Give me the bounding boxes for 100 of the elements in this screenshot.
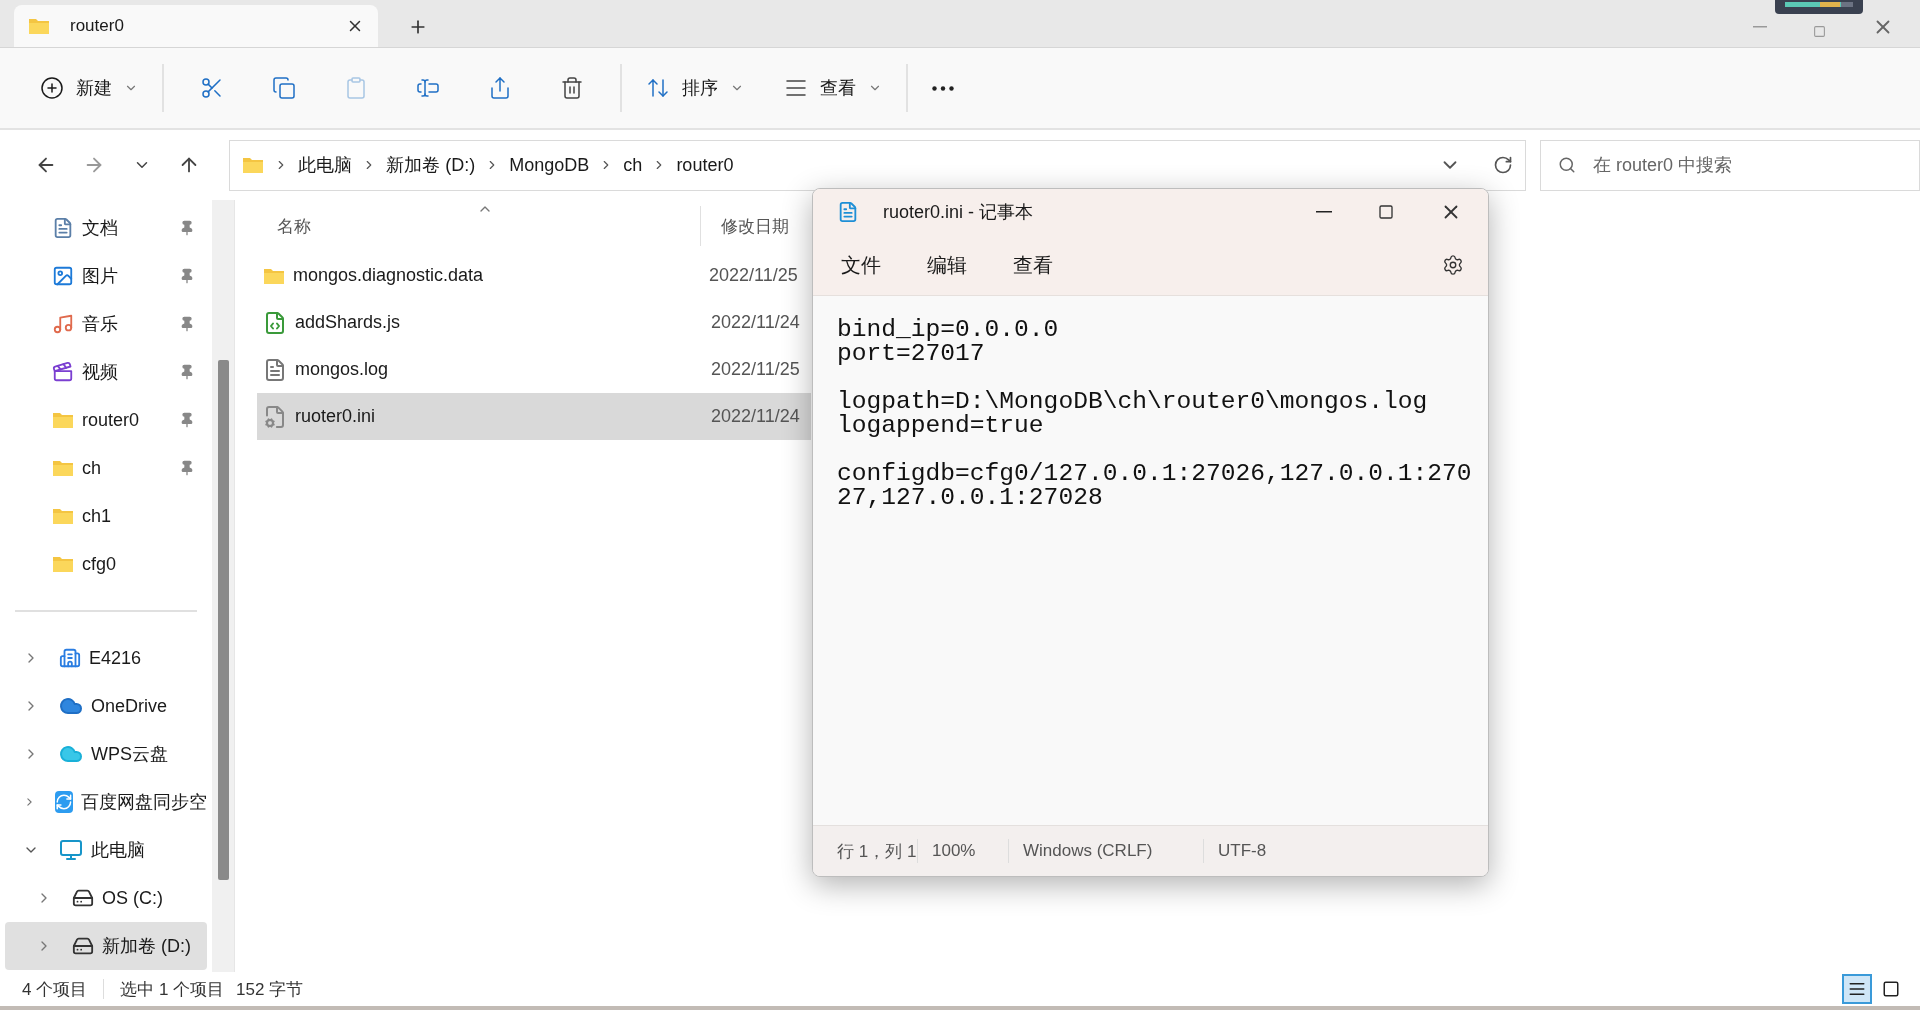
refresh-icon[interactable]	[1493, 155, 1513, 175]
file-date: 2022/11/25	[711, 359, 800, 380]
file-date: 2022/11/24	[711, 406, 800, 427]
file-date: 2022/11/24	[711, 312, 800, 333]
nav-item-label: ch	[82, 457, 102, 479]
building-icon	[59, 647, 81, 669]
folder-icon	[28, 17, 50, 35]
nav-item-label: 视频	[82, 361, 119, 384]
nav-item-label: OS (C:)	[102, 887, 164, 909]
settings-icon	[1442, 254, 1464, 276]
nav-tree-item[interactable]: OS (C:)	[5, 874, 207, 922]
text-line: logpath=D:\MongoDB\ch\router0\mongos.log	[837, 390, 1429, 414]
file-row[interactable]: ruoter0.ini 2022/11/24	[257, 393, 811, 440]
status-text: 100%	[932, 841, 977, 861]
selection-info: 选中 1 个项目	[120, 978, 225, 1001]
quick-access-item[interactable]: 文档	[5, 204, 207, 252]
notepad-icon	[837, 201, 859, 223]
minimize-icon	[1316, 211, 1332, 213]
breadcrumb-item[interactable]: router0	[676, 154, 734, 176]
selection-size: 152 字节	[236, 978, 304, 1001]
file-name: ruoter0.ini	[295, 406, 377, 427]
breadcrumb-item[interactable]: 新加卷 (D:)	[386, 153, 476, 177]
video-icon	[52, 361, 74, 383]
nav-item-label: 此电脑	[91, 839, 146, 862]
folder-icon	[52, 459, 74, 477]
quick-access-item[interactable]: ch	[5, 444, 207, 492]
text-line: bind_ip=0.0.0.0	[837, 318, 1060, 342]
settings-button[interactable]	[1442, 254, 1464, 276]
breadcrumb-item[interactable]: MongoDB	[509, 154, 590, 176]
nav-item-label: 音乐	[82, 313, 119, 336]
window-title: ruoter0.ini - 记事本	[883, 201, 1035, 224]
quick-access-item[interactable]: 图片	[5, 252, 207, 300]
file-name: mongos.diagnostic.data	[293, 265, 485, 286]
more-icon	[932, 85, 954, 91]
nav-tree-item[interactable]: E4216	[5, 634, 207, 682]
nav-tree-item[interactable]: 新加卷 (D:)	[5, 922, 207, 970]
picture-icon	[52, 265, 74, 287]
sort-button[interactable]: 排序	[634, 64, 756, 112]
nav-item-label: ch1	[82, 505, 113, 527]
file-name: addShards.js	[295, 312, 402, 333]
details-view-button[interactable]	[1842, 974, 1872, 1004]
nav-tree-item[interactable]: 此电脑	[5, 826, 207, 874]
copy-icon	[272, 76, 296, 100]
status-text: UTF-8	[1218, 841, 1268, 861]
quick-access-item[interactable]: 视频	[5, 348, 207, 396]
file-name: mongos.log	[295, 359, 390, 380]
file-row[interactable]: addShards.js 2022/11/24	[257, 299, 811, 346]
list-icon	[1848, 980, 1866, 998]
text-file-icon	[263, 357, 287, 382]
item-count: 4 个项目	[22, 978, 88, 1001]
file-row[interactable]: mongos.diagnostic.data 2022/11/25	[257, 252, 811, 299]
scrollbar-thumb[interactable]	[217, 360, 229, 880]
quick-access-item[interactable]: ch1	[5, 492, 207, 540]
text-line: logappend=true	[837, 414, 1044, 438]
menu-item[interactable]: 文件	[831, 247, 891, 283]
drive-icon	[72, 887, 94, 909]
search-field[interactable]: 在 router0 中搜索	[1540, 139, 1920, 191]
view-button[interactable]: 查看	[772, 64, 894, 112]
settings-file-icon	[263, 404, 287, 429]
quick-access-item[interactable]: router0	[5, 396, 207, 444]
tab-title: router0	[70, 16, 125, 36]
nav-item-label: E4216	[89, 647, 143, 669]
script-file-icon	[263, 310, 287, 335]
folder-icon	[52, 411, 74, 429]
sync-icon	[55, 791, 73, 813]
folder-icon	[263, 266, 285, 285]
maximize-icon	[1813, 25, 1826, 38]
monitor-icon	[59, 838, 83, 862]
text-line: port=27017	[837, 342, 985, 366]
new-button[interactable]: 新建	[28, 64, 150, 112]
tile-icon	[1882, 980, 1900, 998]
folder-icon	[52, 555, 74, 573]
nav-tree-item[interactable]: 百度网盘同步空	[5, 778, 207, 826]
status-text: 行 1，列 1	[837, 840, 917, 863]
drive-icon	[72, 935, 94, 957]
breadcrumb-item[interactable]: 此电脑	[298, 153, 353, 177]
quick-access-item[interactable]: 音乐	[5, 300, 207, 348]
nav-item-label: 新加卷 (D:)	[102, 935, 192, 958]
maximize-button[interactable]	[1813, 25, 1826, 38]
file-row[interactable]: mongos.log 2022/11/25	[257, 346, 811, 393]
menu-item[interactable]: 编辑	[917, 247, 977, 283]
scissors-icon	[200, 76, 224, 100]
quick-access-item[interactable]: cfg0	[5, 540, 207, 588]
nav-item-label: 图片	[82, 265, 119, 288]
plus-circle-icon	[40, 76, 64, 100]
file-date: 2022/11/25	[709, 265, 798, 286]
menu-item[interactable]: 查看	[1003, 247, 1063, 283]
trash-icon	[560, 76, 584, 100]
nav-item-label: OneDrive	[91, 695, 169, 717]
nav-item-label: router0	[82, 409, 141, 431]
status-text: Windows (CRLF)	[1023, 841, 1154, 861]
rename-icon	[416, 76, 440, 100]
breadcrumb-item[interactable]: ch	[623, 154, 643, 176]
folder-tab[interactable]: router0	[14, 5, 378, 47]
nav-tree-item[interactable]: WPS云盘	[5, 730, 207, 778]
folder-icon	[242, 156, 265, 174]
nav-item-label: cfg0	[82, 553, 118, 575]
nav-tree-item[interactable]: OneDrive	[5, 682, 207, 730]
column-header[interactable]: 名称	[257, 200, 700, 252]
column-header[interactable]: 修改日期	[701, 200, 811, 252]
